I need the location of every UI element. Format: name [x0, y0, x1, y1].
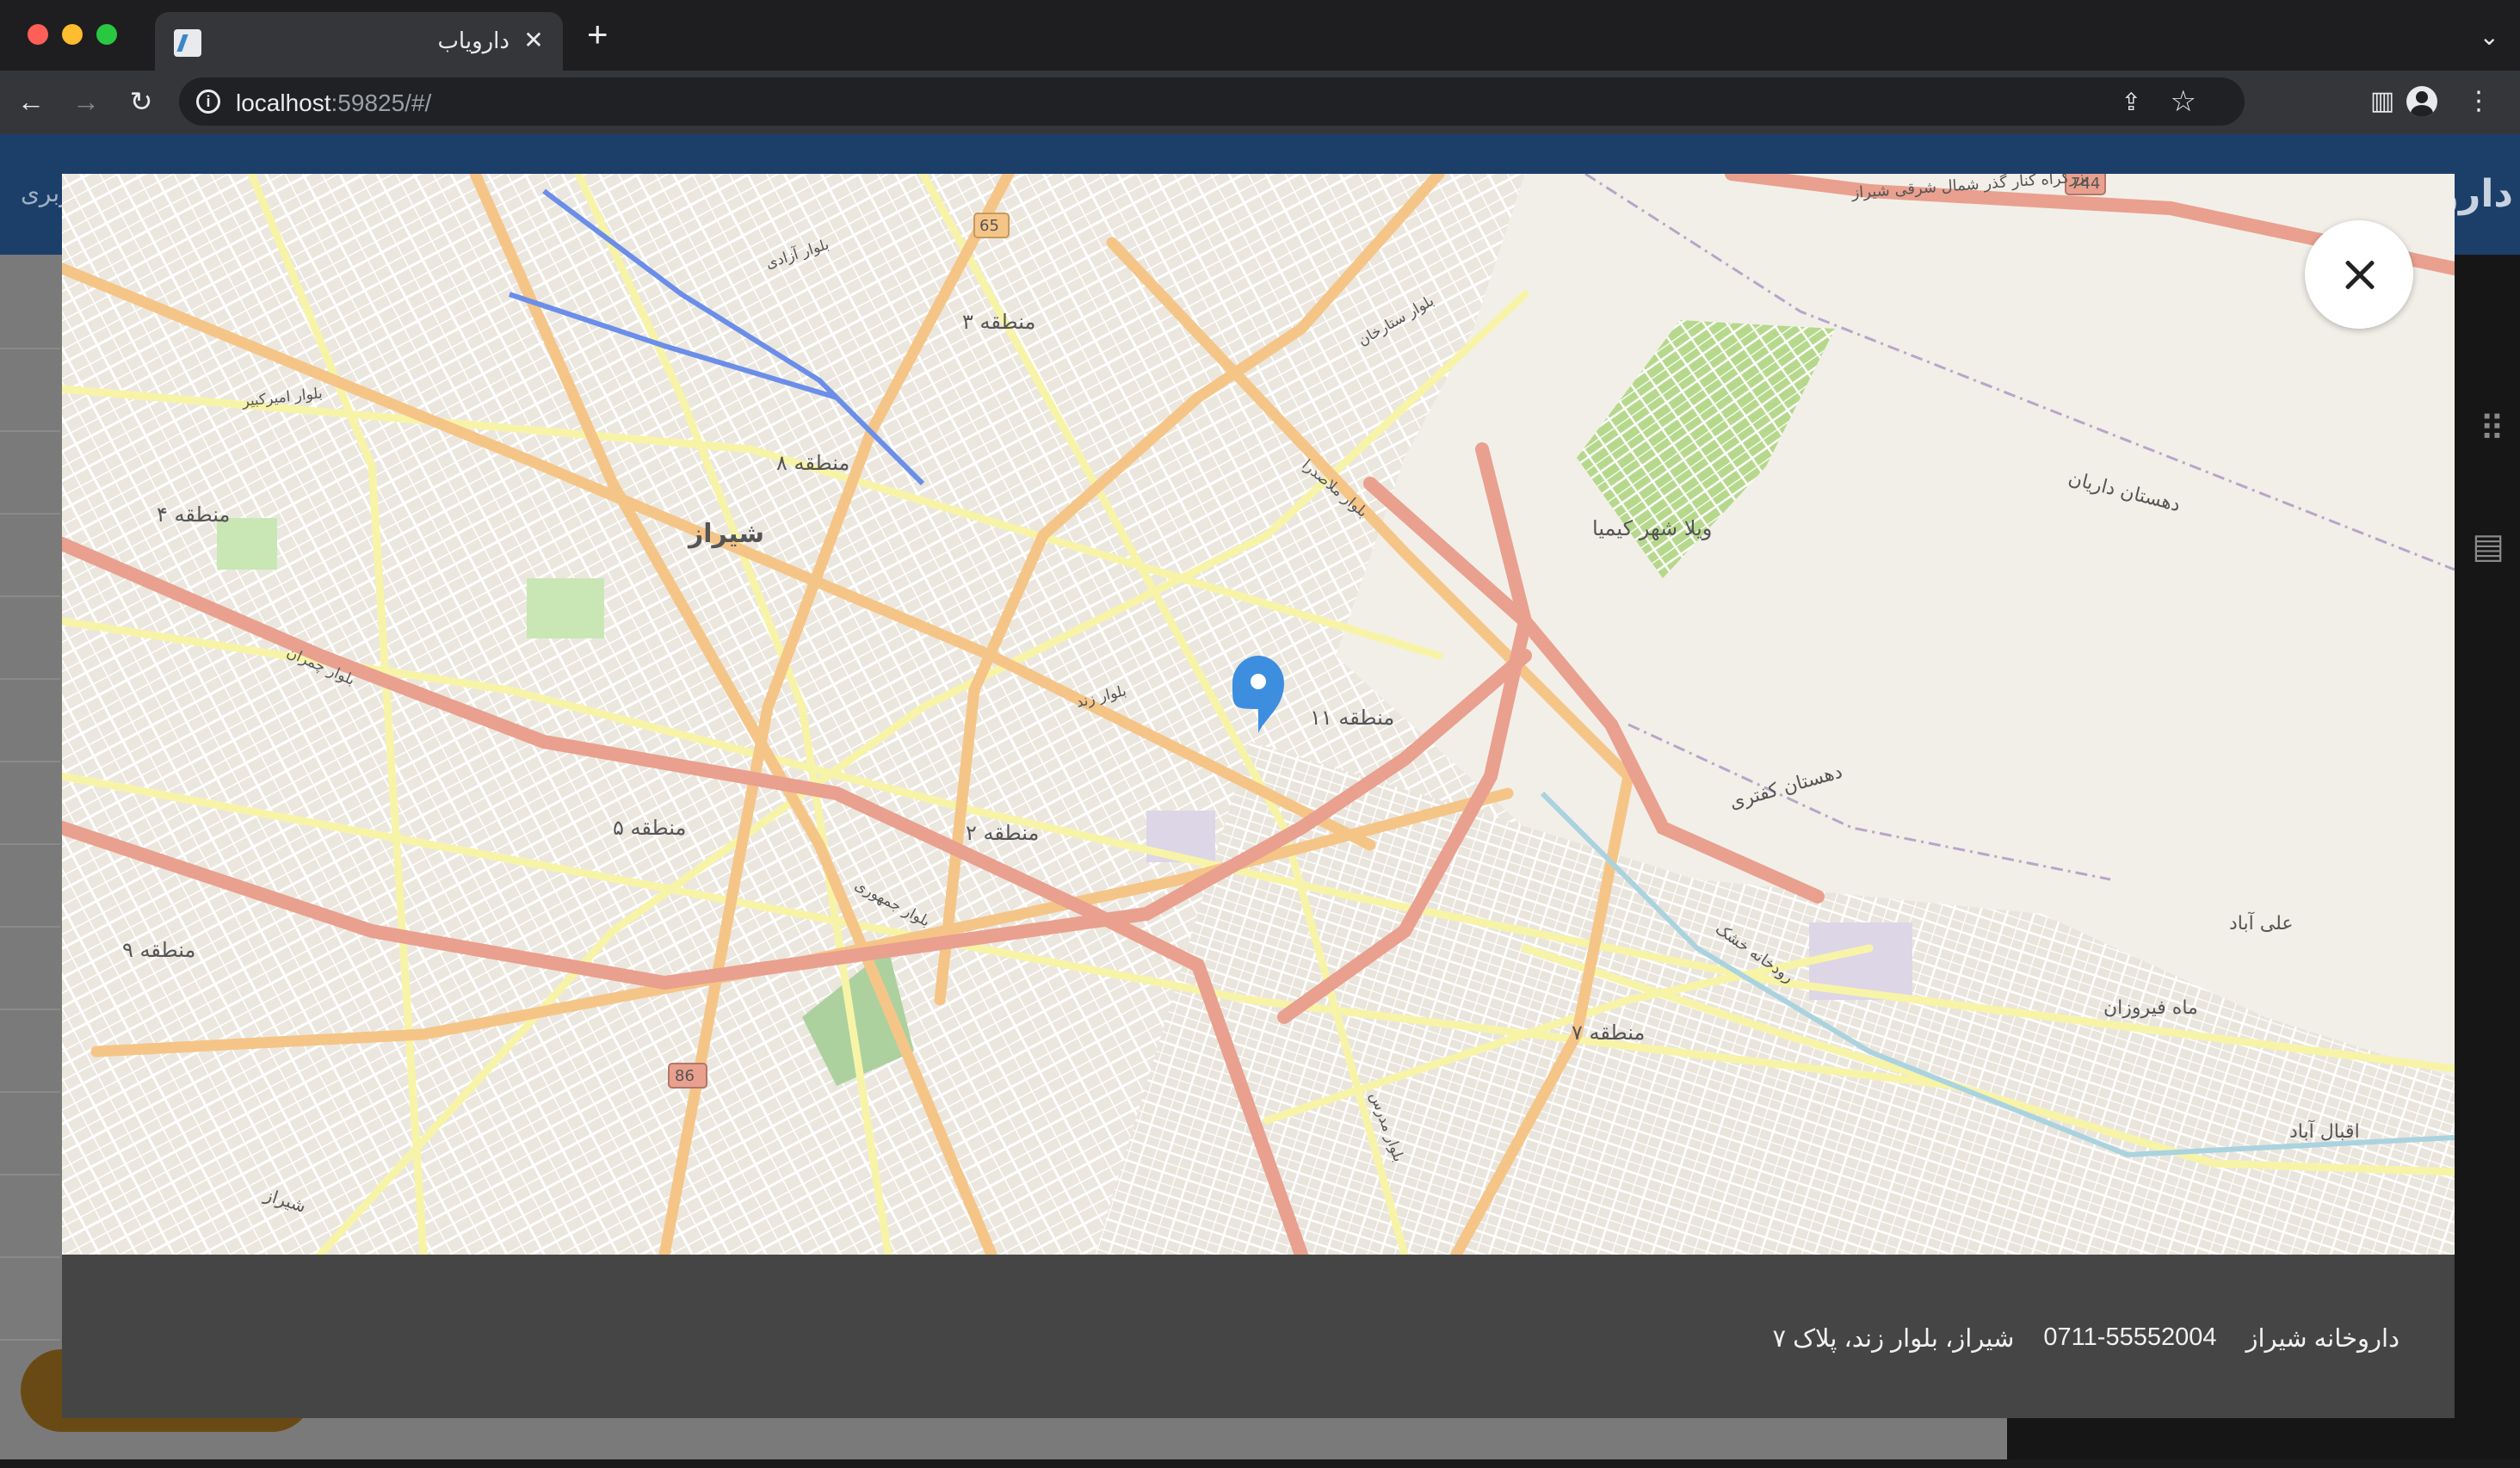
label-region11: منطقه ۱۱ — [1310, 706, 1394, 730]
grid-apps-icon[interactable]: ⠿ — [2480, 410, 2505, 449]
list-divider — [0, 430, 60, 432]
profile-avatar-icon[interactable] — [2406, 86, 2437, 117]
kebab-menu-icon[interactable]: ⋮ — [2461, 84, 2496, 119]
tab-close-icon[interactable]: ✕ — [520, 26, 547, 54]
page-bottom-strip — [0, 1459, 2520, 1468]
tab-title: دارویاب — [437, 28, 510, 53]
label-region3: منطقه ۳ — [962, 310, 1035, 334]
list-divider — [0, 1091, 60, 1093]
list-divider — [0, 678, 60, 680]
label-villa: ویلا شهر کیمیا — [1592, 516, 1712, 540]
label-eghbalabad: اقبال آباد — [2289, 1120, 2360, 1143]
store-icon[interactable]: ▤ — [2472, 527, 2505, 566]
minimize-window-button[interactable] — [62, 24, 83, 45]
map-dialog: شیراز منطقه ۳ منطقه ۸ منطقه ۴ منطقه ۵ من… — [62, 174, 2455, 1418]
label-region7: منطقه ۷ — [1572, 1021, 1645, 1045]
tab-search-chevron-icon[interactable]: ⌄ — [2480, 22, 2499, 51]
url-host: localhost — [236, 89, 331, 116]
label-aliabad: علی آباد — [2229, 911, 2293, 934]
list-divider — [0, 1339, 60, 1341]
bookmark-star-icon[interactable]: ☆ — [2171, 84, 2196, 119]
list-divider — [0, 1008, 60, 1010]
list-divider — [0, 843, 60, 845]
reload-icon[interactable]: ↻ — [122, 83, 160, 120]
address-bar[interactable]: i localhost:59825/#/ ⇪ ☆ — [179, 77, 2245, 126]
list-divider — [0, 348, 60, 349]
label-region5: منطقه ۵ — [613, 816, 686, 840]
share-icon[interactable]: ⇪ — [2122, 88, 2141, 116]
label-mahfirouzan: ماه فیروزان — [2103, 997, 2198, 1019]
browser-chrome: دارویاب ✕ + ⌄ ← → ↻ i localhost:59825/#/… — [0, 0, 2520, 134]
list-divider — [0, 926, 60, 928]
list-divider — [0, 513, 60, 515]
url-text[interactable]: localhost:59825/#/ — [236, 89, 431, 117]
label-region9: منطقه ۹ — [122, 938, 195, 962]
tab-strip: دارویاب ✕ + ⌄ — [0, 0, 2520, 71]
pharmacy-name: داروخانه شیراز — [2245, 1325, 2400, 1353]
map-tiles: شیراز منطقه ۳ منطقه ۸ منطقه ۴ منطقه ۵ من… — [62, 174, 2455, 1255]
label-region4: منطقه ۴ — [157, 503, 230, 527]
label-region2: منطقه ۲ — [966, 821, 1039, 845]
browser-tab[interactable]: دارویاب ✕ — [155, 12, 563, 71]
close-dialog-button[interactable] — [2305, 220, 2413, 329]
pharmacy-info-bar: داروخانه شیراز 0711-55552004 شیراز، بلوا… — [62, 1255, 2455, 1418]
site-info-icon[interactable]: i — [196, 89, 220, 114]
back-arrow-icon[interactable]: ← — [12, 83, 50, 120]
browser-toolbar: ← → ↻ i localhost:59825/#/ ⇪ ☆ ▥ ⋮ — [0, 71, 2520, 134]
pharmacy-address: شیراز، بلوار زند، پلاک ۷ — [1772, 1325, 2015, 1353]
new-tab-button[interactable]: + — [587, 16, 608, 52]
road-shield-65: 65 — [979, 217, 999, 235]
url-path: :59825/#/ — [330, 89, 432, 116]
list-divider — [0, 595, 60, 597]
map-view[interactable]: شیراز منطقه ۳ منطقه ۸ منطقه ۴ منطقه ۵ من… — [62, 174, 2455, 1255]
list-divider — [0, 1256, 60, 1258]
pharmacy-details: داروخانه شیراز 0711-55552004 شیراز، بلوا… — [1772, 1323, 2400, 1354]
label-shiraz: شیراز — [687, 519, 764, 549]
label-region8: منطقه ۸ — [776, 451, 849, 475]
flutter-favicon-icon — [174, 29, 201, 57]
forward-arrow-icon[interactable]: → — [67, 83, 105, 120]
maximize-window-button[interactable] — [96, 24, 117, 45]
side-panel-icon[interactable]: ▥ — [2365, 84, 2400, 119]
road-shield-86: 86 — [675, 1067, 695, 1085]
close-window-button[interactable] — [28, 24, 48, 45]
list-divider — [0, 1174, 60, 1175]
pharmacy-phone: 0711-55552004 — [2043, 1323, 2217, 1351]
list-divider — [0, 761, 60, 762]
